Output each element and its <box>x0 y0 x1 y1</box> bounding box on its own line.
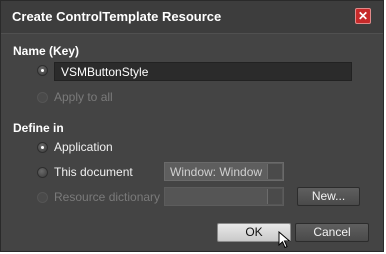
this-document-radio[interactable]: This document <box>37 165 133 179</box>
radio-unchecked-icon <box>37 91 48 103</box>
document-select[interactable]: Window: Window <box>164 162 284 181</box>
new-button[interactable]: New... <box>297 187 360 206</box>
name-radio[interactable] <box>37 65 54 76</box>
radio-unchecked-icon <box>37 166 48 178</box>
resource-dictionary-radio: Resource dictionary <box>37 190 160 204</box>
title-bar[interactable]: Create ControlTemplate Resource ✕ <box>1 1 383 34</box>
apply-to-all-radio: Apply to all <box>37 90 113 104</box>
radio-unchecked-icon <box>37 191 48 203</box>
resource-dictionary-label: Resource dictionary <box>54 190 161 204</box>
application-radio[interactable]: Application <box>37 140 113 154</box>
radio-checked-icon <box>37 141 48 153</box>
document-select-value: Window: Window <box>170 165 263 179</box>
dialog-title: Create ControlTemplate Resource <box>12 9 222 24</box>
chevron-down-icon <box>267 189 282 204</box>
define-in-heading: Define in <box>13 121 64 135</box>
resource-dictionary-select <box>164 187 284 206</box>
this-document-label: This document <box>54 165 133 179</box>
close-icon[interactable]: ✕ <box>355 8 371 24</box>
chevron-down-icon <box>267 164 282 179</box>
name-key-input[interactable] <box>54 62 352 81</box>
create-controltemplate-dialog: Create ControlTemplate Resource ✕ Name (… <box>0 0 384 252</box>
ok-button[interactable]: OK <box>217 223 291 242</box>
cancel-button[interactable]: Cancel <box>295 223 369 242</box>
radio-checked-icon <box>37 65 48 76</box>
application-label: Application <box>54 140 113 154</box>
name-key-heading: Name (Key) <box>13 44 80 58</box>
apply-to-all-label: Apply to all <box>54 90 113 104</box>
